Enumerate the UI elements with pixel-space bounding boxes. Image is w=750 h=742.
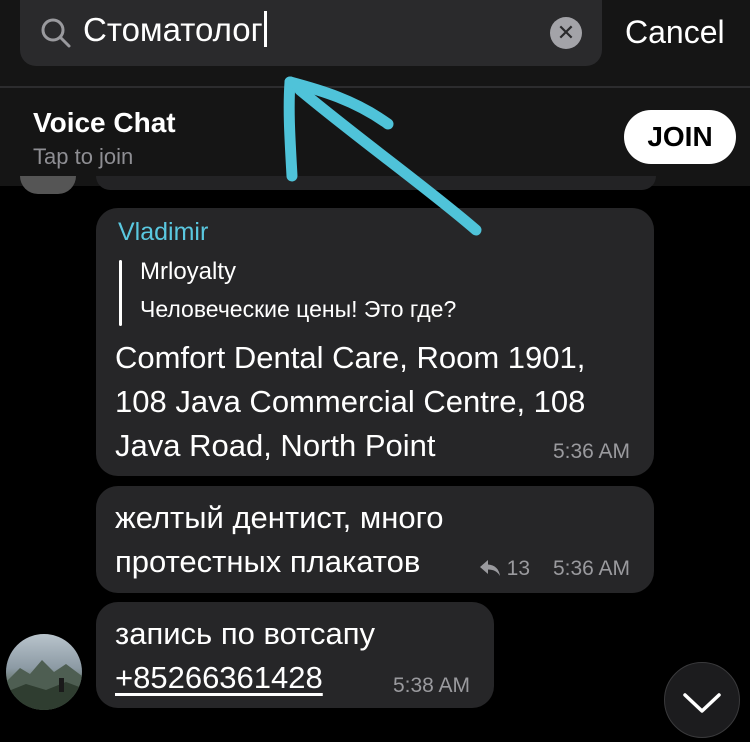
message-text: Comfort Dental Care, Room 1901, 108 Java…: [115, 340, 586, 463]
message-time: 5:38 AM: [392, 674, 470, 697]
search-input[interactable]: Стоматолог ✕: [20, 0, 602, 66]
avatar-photo: [6, 660, 82, 710]
message-text: желтый дентист, много протестных плакато…: [115, 500, 444, 579]
search-header: Стоматолог ✕ Cancel: [0, 0, 750, 86]
join-button[interactable]: JOIN: [624, 110, 736, 164]
reply-quote-author[interactable]: Mrloyalty: [140, 258, 236, 286]
reply-arrow-icon: [479, 560, 500, 576]
voice-chat-title: Voice Chat: [33, 107, 176, 138]
reply-quote-text[interactable]: Человеческие цены! Это где?: [140, 296, 456, 323]
message-time: 5:36 AM: [552, 557, 630, 580]
message-bubble[interactable]: запись по вотсапу +85266361428 5:38 AM: [96, 602, 494, 708]
phone-link[interactable]: +85266361428: [115, 660, 323, 695]
reply-quote-bar: [119, 260, 122, 326]
scroll-down-button[interactable]: [664, 662, 740, 738]
message-text: запись по вотсапу +85266361428: [115, 612, 375, 700]
reply-count-value: 13: [506, 557, 530, 580]
message-bubble[interactable]: Vladimir Mrloyalty Человеческие цены! Эт…: [96, 208, 654, 476]
sender-name[interactable]: Vladimir: [118, 218, 208, 247]
voice-chat-subtitle: Tap to join: [33, 144, 134, 169]
reply-count[interactable]: 13: [479, 557, 530, 581]
avatar[interactable]: [20, 176, 76, 194]
chevron-down-icon: [683, 693, 721, 713]
voice-chat-banner[interactable]: Voice Chat Tap to join JOIN: [0, 88, 750, 186]
message-time: 5:36 AM: [552, 440, 630, 463]
previous-message-bubble[interactable]: [96, 176, 656, 190]
message-bubble[interactable]: желтый дентист, много протестных плакато…: [96, 486, 654, 593]
text-caret: [263, 11, 267, 47]
search-icon: [41, 18, 71, 48]
search-query-text[interactable]: Стоматолог: [83, 11, 267, 49]
cancel-button[interactable]: Cancel: [625, 14, 725, 51]
avatar[interactable]: [6, 634, 82, 710]
message-text-line: запись по вотсапу: [115, 616, 376, 651]
clear-icon[interactable]: ✕: [550, 17, 582, 49]
